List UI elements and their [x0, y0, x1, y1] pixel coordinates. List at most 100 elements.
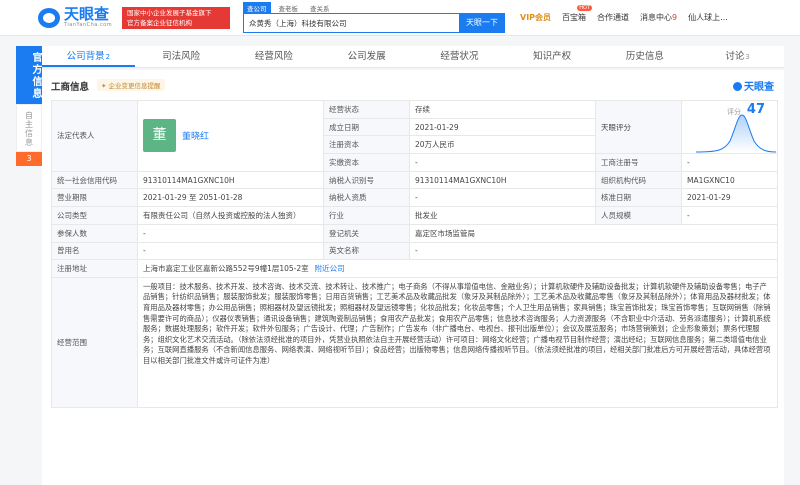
- org-code-value: MA1GXNC10: [681, 170, 778, 190]
- approve-date-value: 2021-01-29: [681, 188, 778, 208]
- founded-label: 成立日期: [323, 117, 410, 137]
- top-bar: 天眼查 TianYanCha.com 国家中小企业发展子基金旗下 官方备案企业征…: [0, 0, 800, 36]
- english-name-value: -: [409, 241, 778, 261]
- message-label: 消息中心: [640, 13, 673, 22]
- taxpayer-id-label: 纳税人识别号: [323, 170, 410, 190]
- authority-value: 嘉定区市场监管局: [409, 223, 778, 243]
- tab-label: 公司发展: [347, 51, 386, 62]
- treasure-link[interactable]: 百宝箱 HOT: [562, 5, 593, 23]
- tab-label: 经营风险: [254, 51, 293, 62]
- insured-value: -: [137, 223, 324, 243]
- address-value: 上海市嘉定工业区嘉新公路552号9幢1层105-2室: [143, 264, 309, 274]
- promo-line-1: 国家中小企业发展子基金旗下: [127, 9, 212, 17]
- english-name-label: 英文名称: [323, 241, 410, 261]
- insured-label: 参保人数: [51, 223, 138, 243]
- score-cell: 天眼评分 评分 47: [595, 99, 778, 155]
- brand-text: 天眼查: [744, 82, 774, 93]
- tab-intellectual-property[interactable]: 知识产权: [506, 46, 599, 67]
- approve-date-label: 核准日期: [595, 188, 682, 208]
- message-center-link[interactable]: 消息中心9: [640, 12, 677, 23]
- tab-label: 公司背景: [66, 51, 105, 62]
- tab-label: 司法风险: [162, 51, 201, 62]
- company-type-label: 公司类型: [51, 206, 138, 225]
- business-info-table: 法定代表人 董 董晓红 经营状态 存续 天眼评分 评分 47 成立日期 2021…: [51, 99, 778, 408]
- staff-size-value: -: [681, 206, 778, 225]
- tab-operation-risk[interactable]: 经营风险: [228, 46, 321, 67]
- search-button[interactable]: 天眼一下: [459, 13, 505, 33]
- paid-capital-value: -: [409, 153, 596, 172]
- tab-judicial-risk[interactable]: 司法风险: [135, 46, 228, 67]
- legal-rep-name[interactable]: 董晓红: [182, 129, 209, 142]
- former-name-label: 曾用名: [51, 241, 138, 261]
- tianyancha-logo-icon: [38, 7, 60, 28]
- industry-value: 批发业: [409, 206, 596, 225]
- hot-badge: HOT: [577, 5, 593, 11]
- message-count: 9: [672, 13, 678, 22]
- sidebar-item-self-info-label: 自主信息: [24, 111, 34, 147]
- authority-label: 登记机关: [323, 223, 410, 243]
- capital-value: 20万人民币: [409, 135, 596, 155]
- promo-banner[interactable]: 国家中小企业发展子基金旗下 官方备案企业征信机构: [122, 7, 230, 29]
- legal-rep-label: 法定代表人: [51, 100, 138, 172]
- score-title: 评分: [727, 108, 741, 116]
- treasure-label: 百宝箱: [562, 13, 587, 22]
- org-code-label: 组织机构代码: [595, 170, 682, 190]
- logo-name: 天眼查: [64, 5, 110, 23]
- taxpayer-qual-value: -: [409, 188, 596, 208]
- logo-url: TianYanCha.com: [64, 22, 113, 28]
- tab-count: 2: [105, 53, 111, 61]
- tab-label: 知识产权: [533, 51, 572, 62]
- founded-value: 2021-01-29: [409, 117, 596, 137]
- legal-rep-cell: 董 董晓红: [137, 100, 324, 172]
- tab-company-development[interactable]: 公司发展: [320, 46, 413, 67]
- tab-count: 3: [745, 53, 750, 61]
- address-label: 注册地址: [51, 259, 138, 278]
- left-sidebar: 官方信息 自主信息 3: [16, 46, 42, 166]
- score-value: 47: [746, 102, 765, 117]
- section-title: 工商信息: [51, 82, 90, 93]
- industry-label: 行业: [323, 206, 410, 225]
- credit-code-label: 统一社会信用代码: [51, 170, 138, 190]
- staff-size-label: 人员规模: [595, 206, 682, 225]
- change-reminder-link[interactable]: ✦ 企业变更信息提醒: [97, 79, 165, 91]
- logo[interactable]: 天眼查 TianYanCha.com: [38, 7, 112, 28]
- tab-label: 经营状况: [440, 51, 479, 62]
- vip-link[interactable]: VIP会员: [520, 12, 551, 23]
- tab-company-background[interactable]: 公司背景2: [42, 46, 135, 67]
- sidebar-self-info-count: 3: [16, 152, 42, 166]
- nearby-companies-link[interactable]: 附近公司: [315, 264, 345, 273]
- capital-label: 注册资本: [323, 135, 410, 155]
- section-tabs: 公司背景2 司法风险 经营风险 公司发展 经营状况 知识产权 历史信息 讨论3: [42, 46, 784, 68]
- sidebar-item-self-info[interactable]: 自主信息: [16, 104, 42, 152]
- business-term-value: 2021-01-29 至 2051-01-28: [137, 188, 324, 208]
- promo-line-2: 官方备案企业征信机构: [127, 19, 192, 27]
- company-type-value: 有限责任公司（自然人投资或控股的法人独资）: [137, 206, 324, 225]
- tianyancha-icon: [733, 82, 742, 91]
- scope-value: 一般项目：技术服务、技术开发、技术咨询、技术交流、技术转让、技术推广；电子商务（…: [137, 276, 778, 408]
- scope-label: 经营范围: [51, 276, 138, 408]
- reg-no-label: 工商注册号: [595, 153, 682, 172]
- avatar: 董: [143, 119, 176, 153]
- user-menu[interactable]: 仙人球上...: [688, 12, 728, 23]
- credit-code-value: 91310114MA1GXNC10H: [137, 170, 324, 190]
- taxpayer-qual-label: 纳税人资质: [323, 188, 410, 208]
- tab-history[interactable]: 历史信息: [599, 46, 692, 67]
- tab-label: 历史信息: [625, 51, 664, 62]
- address-cell: 上海市嘉定工业区嘉新公路552号9幢1层105-2室 附近公司: [137, 259, 778, 278]
- tab-discussion[interactable]: 讨论3: [691, 46, 784, 67]
- taxpayer-id-value: 91310114MA1GXNC10H: [409, 170, 596, 190]
- business-info-panel: 工商信息 ✦ 企业变更信息提醒 天眼查 法定代表人 董 董晓红 经营状态 存续 …: [42, 70, 784, 485]
- reg-no-value: -: [681, 153, 778, 172]
- tab-label: 讨论: [725, 51, 745, 62]
- brand-watermark: 天眼查: [733, 78, 774, 93]
- business-term-label: 营业期限: [51, 188, 138, 208]
- status-value: 存续: [409, 100, 596, 119]
- top-nav: VIP会员 百宝箱 HOT 合作通道 消息中心9 仙人球上...: [520, 5, 739, 23]
- paid-capital-label: 实缴资本: [323, 153, 410, 172]
- cooperation-link[interactable]: 合作通道: [597, 12, 629, 23]
- sidebar-item-official-info[interactable]: 官方信息: [16, 46, 42, 104]
- search-input[interactable]: [243, 13, 459, 33]
- status-label: 经营状态: [323, 100, 410, 119]
- score-label: 天眼评分: [596, 101, 682, 153]
- tab-operation-status[interactable]: 经营状况: [413, 46, 506, 67]
